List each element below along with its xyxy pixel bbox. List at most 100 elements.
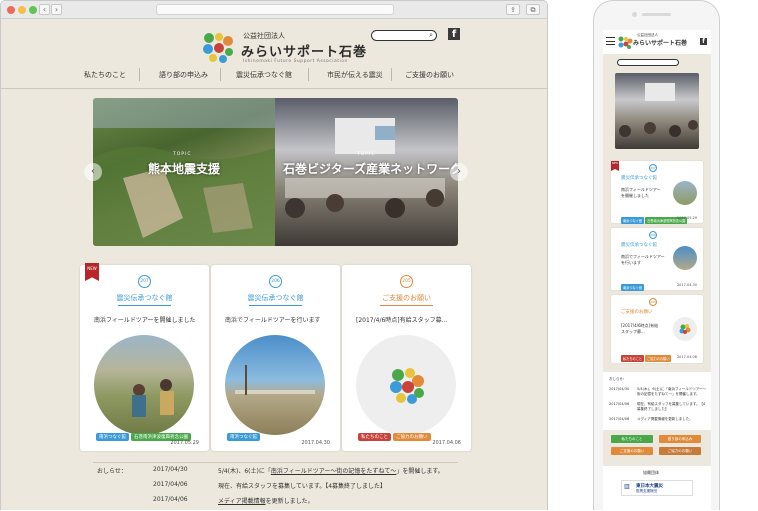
address-bar[interactable] bbox=[156, 4, 394, 15]
slide-kumamoto[interactable]: TOPIC 熊本地震支援 bbox=[93, 98, 275, 246]
button-storyteller[interactable]: 語り部の申込み bbox=[659, 435, 701, 443]
logo-subtitle: 公益社団法人 bbox=[243, 32, 285, 40]
nav-item-citizen-stories[interactable]: 市民が伝える震災 bbox=[327, 70, 383, 80]
tag[interactable]: 南浜つなぐ館 bbox=[621, 284, 645, 291]
tag[interactable]: ご協力のお願い bbox=[645, 355, 672, 362]
slider-next-button[interactable]: › bbox=[450, 163, 468, 181]
news-text[interactable]: 5/4(木)、6(土)に「南浜フィールドツアー〜街の記憶をたずねて〜」を開催しま… bbox=[637, 387, 707, 397]
news-text[interactable]: メディア掲載情報を更新しました。 bbox=[637, 417, 693, 422]
nav-item-tsunagukan[interactable]: 震災伝承つなぐ館 bbox=[236, 70, 292, 80]
article-number: 207 bbox=[649, 164, 657, 172]
article-category: ご支援のお願い bbox=[382, 294, 431, 302]
news-item: 2017/04/06 メディア掲載情報を更新しました。 bbox=[93, 496, 458, 510]
article-card[interactable]: 205 ご支援のお願い [2017/4/6時点]有給 スタッフ募... 私たちの… bbox=[611, 295, 703, 363]
article-category: 震災伝承つなぐ館 bbox=[116, 294, 173, 302]
article-title[interactable]: を行います bbox=[621, 260, 641, 266]
new-badge: NEW bbox=[611, 161, 619, 171]
news-item: 2017/04/06 現在、有給スタッフを募集しています。【4募集終了しました】 bbox=[93, 481, 458, 495]
article-photo[interactable] bbox=[225, 335, 325, 435]
article-title[interactable]: を開催しました bbox=[621, 193, 649, 199]
mobile-news-list: おしらせ： 2017/04/30 5/4(木)、6(土)に「南浜フィールドツアー… bbox=[603, 372, 711, 430]
article-date: 2017.04.30 bbox=[301, 440, 330, 446]
search-input[interactable]: ⌕ bbox=[371, 30, 437, 41]
search-icon[interactable]: ⌕ bbox=[429, 31, 433, 40]
news-date: 2017/04/30 bbox=[609, 387, 630, 391]
search-input[interactable] bbox=[617, 59, 679, 66]
article-photo[interactable] bbox=[673, 181, 697, 205]
slide-visitors-network[interactable]: TOPIC 石巻ビジターズ産業ネットワーク bbox=[275, 98, 458, 246]
article-photo[interactable] bbox=[673, 246, 697, 270]
article-title[interactable]: 南浜でフィールドツアーを行います bbox=[225, 315, 321, 324]
news-date: 2017/04/06 bbox=[609, 402, 630, 406]
tag[interactable]: ご協力のお願い bbox=[393, 433, 431, 441]
facebook-icon[interactable]: f bbox=[700, 38, 707, 45]
article-date: 2017.04.30 bbox=[676, 283, 697, 287]
slide-title: 熊本地震支援 bbox=[148, 162, 221, 176]
article-photo[interactable] bbox=[94, 335, 194, 435]
new-badge: NEW bbox=[85, 263, 99, 281]
tag[interactable]: 私たちのこと bbox=[358, 433, 391, 441]
news-text: メディア掲載情報を更新しました。 bbox=[218, 498, 314, 505]
sponsor-mark-icon: ▥ bbox=[624, 483, 630, 490]
browser-toolbar: ‹ › ⇪ ⧉ bbox=[1, 1, 547, 19]
article-number: 206 bbox=[649, 231, 657, 239]
button-cooperation[interactable]: ご協力のお願い bbox=[659, 447, 701, 455]
news-link[interactable]: メディア掲載情報 bbox=[218, 498, 266, 505]
article-tags: 私たちのこと ご協力のお願い bbox=[358, 423, 433, 442]
news-text: 現在、有給スタッフを募集しています。【4募集終了しました】 bbox=[218, 483, 387, 490]
article-card[interactable]: NEW 207 震災伝承つなぐ館 南浜フィールドツアーを開催しました 南浜つなぐ… bbox=[80, 263, 209, 451]
hero-slider[interactable]: TOPIC 熊本地震支援 TOPIC 石巻ビジターズ産業ネットワーク bbox=[93, 98, 458, 246]
article-photo[interactable] bbox=[356, 335, 456, 435]
back-icon[interactable]: ‹ bbox=[39, 4, 50, 15]
article-category: ご支援のお願い bbox=[621, 310, 653, 315]
browser-window: ‹ › ⇪ ⧉ 公益社団法人 みらいサポート石巻 Ishinomaki Futu… bbox=[0, 0, 548, 510]
button-support[interactable]: ご支援のお願い bbox=[611, 447, 653, 455]
close-window-button[interactable] bbox=[7, 6, 15, 14]
news-link[interactable]: 南浜フィールドツアー〜街の記憶をたずねて〜 bbox=[271, 468, 397, 475]
tag[interactable]: 南浜つなぐ館 bbox=[96, 433, 129, 441]
article-card[interactable]: 206 震災伝承つなぐ館 南浜でフィールドツアー を行います 南浜つなぐ館 20… bbox=[611, 228, 703, 293]
facebook-icon[interactable]: f bbox=[448, 28, 460, 40]
slide-photo-meeting bbox=[619, 83, 698, 137]
article-number: 205 bbox=[649, 298, 657, 306]
tag[interactable]: 南浜つなぐ館 bbox=[621, 217, 645, 224]
share-icon[interactable]: ⇪ bbox=[506, 4, 520, 15]
photo-people-field bbox=[132, 379, 174, 417]
phone-speaker bbox=[642, 13, 671, 16]
logo-dots-icon bbox=[203, 33, 233, 63]
logo-title[interactable]: みらいサポート石巻 bbox=[633, 38, 687, 47]
article-card[interactable]: 206 震災伝承つなぐ館 南浜でフィールドツアーを行います 南浜つなぐ館 201… bbox=[211, 265, 340, 451]
nav-item-about[interactable]: 私たちのこと bbox=[84, 70, 126, 80]
tag[interactable]: 私たちのこと bbox=[621, 355, 645, 362]
sponsor-logo[interactable]: ▥ 東日本大震災 復興支援財団 bbox=[621, 480, 693, 496]
article-card[interactable]: NEW 207 震災伝承つなぐ館 南浜フィールドツアー を開催しました 南浜つな… bbox=[611, 161, 703, 224]
article-title[interactable]: スタッフ募... bbox=[621, 329, 645, 335]
news-item: おしらせ： 2017/04/30 5/4(木)、6(土)に「南浜フィールドツアー… bbox=[93, 466, 458, 480]
zoom-window-button[interactable] bbox=[29, 6, 37, 14]
tabs-icon[interactable]: ⧉ bbox=[526, 4, 540, 15]
article-photo[interactable] bbox=[673, 317, 697, 341]
nav-item-support[interactable]: ご支援のお願い bbox=[405, 70, 454, 80]
article-card[interactable]: 205 ご支援のお願い [2017/4/6時点]有給スタッフ募... 私たちのこ… bbox=[342, 265, 471, 451]
news-date: 2017/04/30 bbox=[153, 466, 188, 473]
minimize-window-button[interactable] bbox=[18, 6, 26, 14]
forward-icon[interactable]: › bbox=[51, 4, 62, 15]
article-tags: 南浜つなぐ館 bbox=[621, 274, 645, 293]
mobile-slider[interactable] bbox=[615, 73, 699, 149]
news-date: 2017/04/06 bbox=[609, 417, 630, 421]
news-date: 2017/04/06 bbox=[153, 496, 188, 503]
footer-label: 協賛団体 bbox=[643, 470, 659, 475]
photo-field-sky bbox=[235, 365, 315, 395]
article-tags: 私たちのこと ご協力のお願い bbox=[621, 345, 672, 364]
tag[interactable]: 南浜つなぐ館 bbox=[227, 433, 260, 441]
slide-topic-label: TOPIC bbox=[173, 152, 192, 157]
article-title[interactable]: [2017/4/6時点]有給スタッフ募... bbox=[356, 315, 447, 324]
button-about[interactable]: 私たちのこと bbox=[611, 435, 653, 443]
article-date: 2017.04.06 bbox=[432, 440, 461, 446]
hamburger-menu-icon[interactable] bbox=[606, 37, 615, 45]
nav-item-storyteller[interactable]: 語り部の申込み bbox=[159, 70, 208, 80]
article-title[interactable]: 南浜フィールドツアーを開催しました bbox=[94, 315, 196, 324]
slider-prev-button[interactable]: ‹ bbox=[84, 163, 102, 181]
article-date: 2017.05.29 bbox=[170, 440, 199, 446]
logo-title: みらいサポート石巻 bbox=[241, 45, 368, 60]
